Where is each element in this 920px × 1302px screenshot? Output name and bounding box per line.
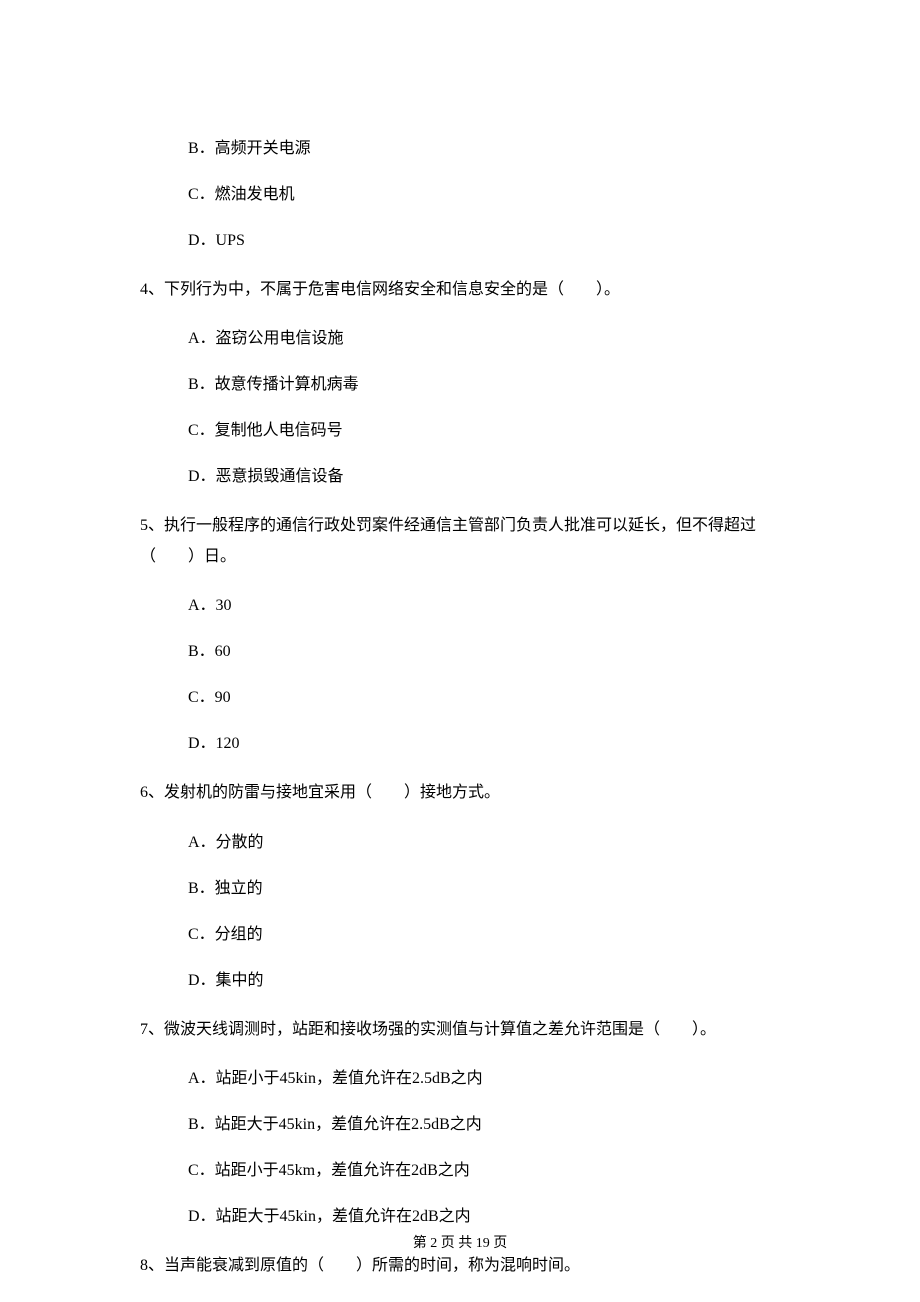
question-6: 6、发射机的防雷与接地宜采用（ ）接地方式。	[140, 778, 780, 808]
question-5: 5、执行一般程序的通信行政处罚案件经通信主管部门负责人批准可以延长，但不得超过（…	[140, 511, 780, 572]
q4-option-c: C．复制他人电信码号	[188, 419, 780, 443]
q7-option-a: A．站距小于45kin，差值允许在2.5dB之内	[188, 1067, 780, 1091]
page-content: B．高频开关电源 C．燃油发电机 D．UPS 4、下列行为中，不属于危害电信网络…	[0, 0, 920, 1281]
q4-option-b: B．故意传播计算机病毒	[188, 373, 780, 397]
option-pre-b: B．高频开关电源	[188, 137, 780, 161]
q4-option-a: A．盗窃公用电信设施	[188, 327, 780, 351]
q7-option-c: C．站距小于45km，差值允许在2dB之内	[188, 1159, 780, 1183]
q6-option-a: A．分散的	[188, 831, 780, 855]
page-footer: 第 2 页 共 19 页	[0, 1232, 920, 1252]
question-4: 4、下列行为中，不属于危害电信网络安全和信息安全的是（ ）。	[140, 275, 780, 305]
q7-option-b: B．站距大于45kin，差值允许在2.5dB之内	[188, 1113, 780, 1137]
q7-option-d: D．站距大于45kin，差值允许在2dB之内	[188, 1205, 780, 1229]
q5-option-a: A．30	[188, 594, 780, 618]
q6-option-c: C．分组的	[188, 923, 780, 947]
q5-option-b: B．60	[188, 640, 780, 664]
q6-option-d: D．集中的	[188, 969, 780, 993]
q6-option-b: B．独立的	[188, 877, 780, 901]
q5-option-c: C．90	[188, 686, 780, 710]
question-8: 8、当声能衰减到原值的（ ）所需的时间，称为混响时间。	[140, 1251, 780, 1281]
option-pre-d: D．UPS	[188, 229, 780, 253]
option-pre-c: C．燃油发电机	[188, 183, 780, 207]
q5-option-d: D．120	[188, 732, 780, 756]
question-7: 7、微波天线调测时，站距和接收场强的实测值与计算值之差允许范围是（ ）。	[140, 1015, 780, 1045]
q4-option-d: D．恶意损毁通信设备	[188, 465, 780, 489]
